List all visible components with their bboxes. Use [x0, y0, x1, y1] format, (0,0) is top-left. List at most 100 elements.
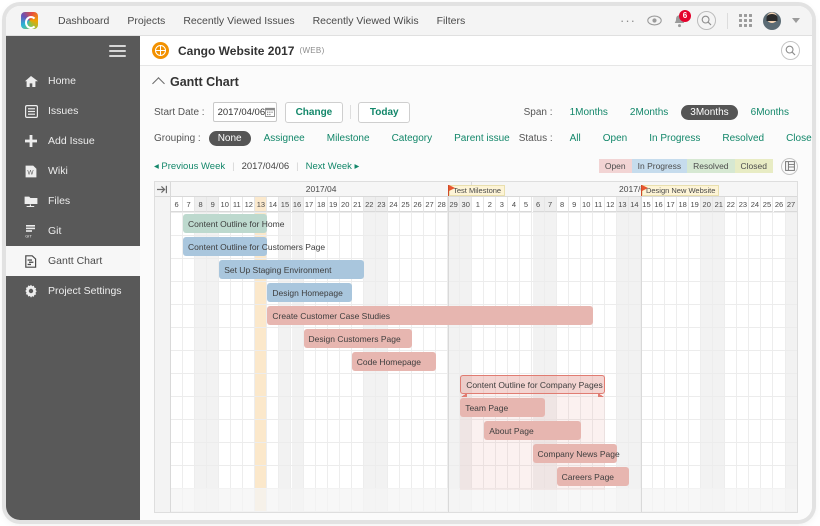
previous-week-link[interactable]: ◂ Previous Week	[154, 161, 225, 172]
task-bar[interactable]: Team Page	[460, 398, 544, 417]
task-bar[interactable]: Set Up Staging Environment	[219, 260, 364, 279]
sidebar-label-git: Git	[48, 225, 61, 237]
span-option-6months[interactable]: 6Months	[742, 105, 798, 120]
start-date-value: 2017/04/06	[218, 107, 266, 118]
button-divider	[350, 105, 351, 119]
task-bar[interactable]: About Page	[484, 421, 580, 440]
grouping-option-category[interactable]: Category	[383, 131, 442, 146]
task-bar[interactable]: Content Outline for Company Pages	[460, 375, 605, 394]
global-nav-actions: ··· 6	[620, 11, 812, 30]
nav-link-filters[interactable]: Filters	[437, 15, 466, 27]
span-option-2months[interactable]: 2Months	[621, 105, 677, 120]
hamburger-icon[interactable]	[6, 36, 140, 66]
nav-link-recent-wikis[interactable]: Recently Viewed Wikis	[313, 15, 419, 27]
status-option-all[interactable]: All	[561, 131, 590, 146]
collapse-left-icon[interactable]	[155, 182, 170, 197]
chevron-up-icon[interactable]	[152, 77, 165, 90]
chevron-down-icon[interactable]	[792, 18, 800, 23]
day-header-cell: 7	[545, 197, 557, 212]
day-column	[725, 212, 737, 512]
sidebar-item-files[interactable]: Files	[6, 186, 140, 216]
day-column	[243, 212, 255, 512]
milestone-line	[448, 197, 449, 512]
filter-row-grouping: Grouping : None Assignee Milestone Categ…	[154, 125, 798, 151]
day-header-cell: 15	[641, 197, 653, 212]
backlog-logo[interactable]	[12, 12, 46, 29]
sidebar-item-gantt-chart[interactable]: Gantt Chart	[6, 246, 140, 276]
sidebar-item-issues[interactable]: Issues	[6, 96, 140, 126]
task-bar[interactable]: Company News Page	[533, 444, 617, 463]
day-header-cell: 29	[448, 197, 460, 212]
task-bar[interactable]: Code Homepage	[352, 352, 436, 371]
day-header-cell: 8	[195, 197, 207, 212]
day-header-row: 6789101112131415161718192021222324252627…	[171, 197, 797, 212]
nav-divider	[727, 13, 728, 29]
day-column	[183, 212, 195, 512]
day-column	[774, 212, 786, 512]
task-bar[interactable]: Content Outline for Customers Page	[183, 237, 267, 256]
nav-link-recent-issues[interactable]: Recently Viewed Issues	[183, 15, 294, 27]
main-content: Cango Website 2017 (WEB) Gantt Chart Sta…	[140, 36, 812, 520]
day-header-cell: 15	[279, 197, 291, 212]
sidebar-item-project-settings[interactable]: Project Settings	[6, 276, 140, 306]
row-divider	[171, 327, 797, 328]
span-option-1months[interactable]: 1Months	[561, 105, 617, 120]
today-button[interactable]: Today	[358, 102, 410, 123]
project-sidebar: Home Issues Add Issue W Wiki Files	[6, 36, 140, 520]
task-bar-label: About Page	[484, 426, 533, 436]
milestone-label: Test Milestone	[449, 185, 505, 196]
sidebar-item-home[interactable]: Home	[6, 66, 140, 96]
day-header-cell: 9	[569, 197, 581, 212]
status-option-resolved[interactable]: Resolved	[713, 131, 773, 146]
task-bar[interactable]: Design Homepage	[267, 283, 351, 302]
gear-icon	[24, 284, 38, 298]
span-option-3months[interactable]: 3Months	[681, 105, 737, 120]
grouping-option-none[interactable]: None	[209, 131, 251, 146]
grouping-option-assignee[interactable]: Assignee	[255, 131, 314, 146]
task-bar-label: Create Customer Case Studies	[267, 311, 390, 321]
nav-link-dashboard[interactable]: Dashboard	[58, 15, 109, 27]
status-option-open[interactable]: Open	[594, 131, 636, 146]
calendar-icon[interactable]	[265, 107, 275, 117]
status-option-in-progress[interactable]: In Progress	[640, 131, 709, 146]
day-header-cell: 2	[484, 197, 496, 212]
nav-link-projects[interactable]: Projects	[127, 15, 165, 27]
bell-icon[interactable]: 6	[673, 14, 686, 28]
day-column	[448, 212, 460, 512]
apps-grid-icon[interactable]	[739, 14, 752, 27]
status-label: Status :	[519, 133, 553, 144]
sidebar-label-files: Files	[48, 195, 70, 207]
legend-closed: Closed	[735, 159, 773, 173]
start-date-input[interactable]: 2017/04/06	[213, 102, 277, 122]
sidebar-item-git[interactable]: GIT Git	[6, 216, 140, 246]
day-column	[171, 212, 183, 512]
task-bar[interactable]: Create Customer Case Studies	[267, 306, 592, 325]
row-divider	[171, 281, 797, 282]
status-option-closed[interactable]: Closed	[777, 131, 812, 146]
sidebar-item-add-issue[interactable]: Add Issue	[6, 126, 140, 156]
grouping-option-milestone[interactable]: Milestone	[318, 131, 379, 146]
task-bar-label: Content Outline for Customers Page	[183, 242, 325, 252]
day-header-cell: 11	[593, 197, 605, 212]
change-button[interactable]: Change	[285, 102, 344, 123]
day-header-cell: 17	[304, 197, 316, 212]
search-icon[interactable]	[697, 11, 716, 30]
milestone-marker[interactable]: Test Milestone	[448, 184, 505, 196]
day-column	[316, 212, 328, 512]
day-column	[641, 212, 653, 512]
task-bar[interactable]: Careers Page	[557, 467, 629, 486]
avatar[interactable]	[763, 12, 781, 30]
milestone-marker[interactable]: Design New Website	[641, 184, 719, 196]
day-column	[279, 212, 291, 512]
project-search-icon[interactable]	[781, 41, 800, 60]
grouping-option-parent-issue[interactable]: Parent issue	[445, 131, 519, 146]
ellipsis-icon[interactable]: ···	[620, 13, 636, 28]
task-bar[interactable]: Design Customers Page	[304, 329, 412, 348]
next-week-link[interactable]: Next Week ▸	[306, 161, 360, 172]
table-view-icon[interactable]	[781, 158, 798, 175]
svg-text:GIT: GIT	[25, 233, 32, 238]
task-bar[interactable]: Content Outline for Home	[183, 214, 267, 233]
eye-icon[interactable]	[647, 15, 662, 26]
gantt-chart-canvas[interactable]: 2017/042017/05 6789101112131415161718192…	[154, 181, 798, 513]
sidebar-item-wiki[interactable]: W Wiki	[6, 156, 140, 186]
